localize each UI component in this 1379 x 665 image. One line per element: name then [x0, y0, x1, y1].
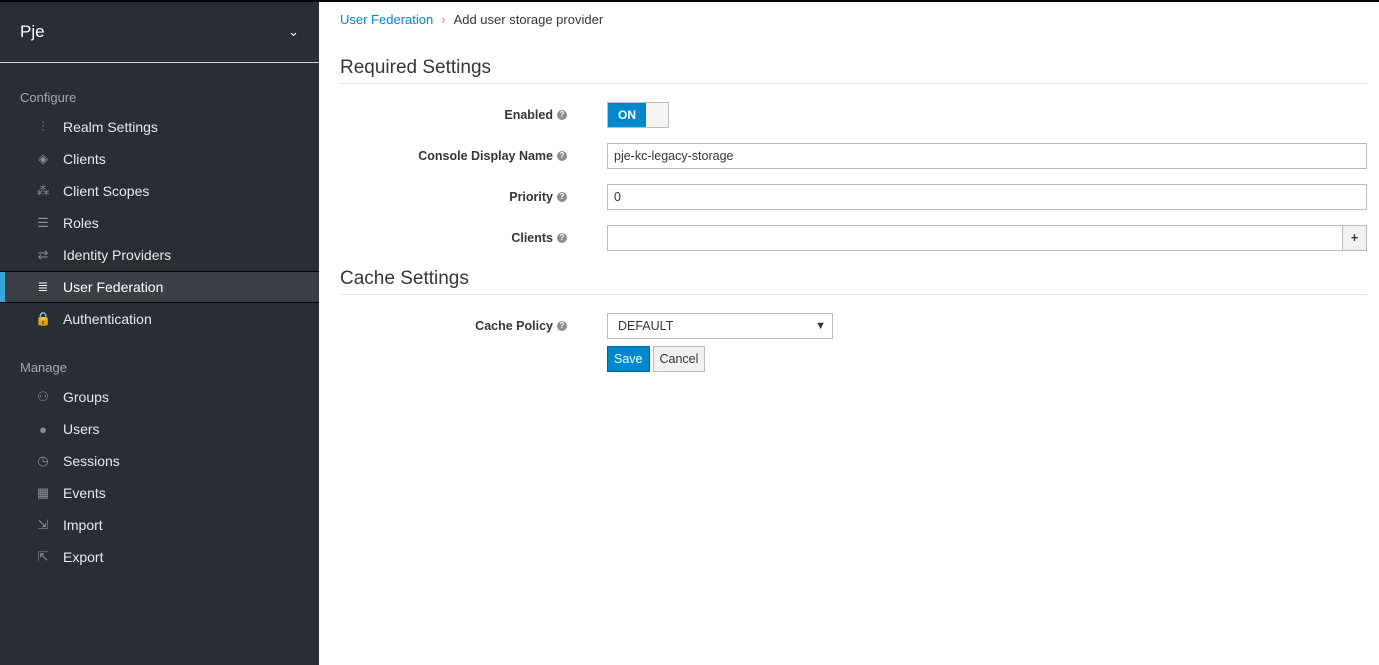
main-content: User Federation › Add user storage provide…: [340, 2, 1367, 372]
sidebar-item-export[interactable]: ⇱ Export: [0, 541, 319, 573]
cubes-icon: ⁂: [36, 183, 50, 198]
priority-input[interactable]: 0: [607, 183, 1367, 210]
sidebar-item-label: Identity Providers: [63, 247, 172, 263]
sidebar-item-import[interactable]: ⇲ Import: [0, 509, 319, 541]
sidebar-item-label: Client Scopes: [63, 183, 150, 199]
export-icon: ⇱: [37, 549, 49, 564]
help-icon[interactable]: ?: [557, 192, 567, 203]
sidebar-item-label: Groups: [63, 389, 109, 405]
clients-label: Clients: [511, 230, 553, 245]
cache-policy-label: Cache Policy: [475, 318, 553, 333]
chevron-down-icon: ▼: [815, 319, 826, 332]
help-icon[interactable]: ?: [557, 110, 567, 121]
enabled-label: Enabled: [504, 107, 553, 122]
add-client-button[interactable]: +: [1342, 225, 1366, 250]
chevron-down-icon: ⌄: [288, 24, 299, 39]
exchange-icon: ⇄: [37, 247, 49, 262]
breadcrumb: User Federation › Add user storage provide…: [340, 12, 1367, 27]
list-icon: ☰: [37, 215, 49, 230]
help-icon[interactable]: ?: [557, 151, 567, 162]
sidebar-item-label: Events: [63, 485, 106, 501]
section-configure: Configure: [20, 90, 77, 105]
sidebar-item-client-scopes[interactable]: ⁂ Client Scopes: [0, 175, 319, 207]
realm-name: Pje: [20, 22, 45, 41]
help-icon[interactable]: ?: [557, 321, 567, 332]
sidebar-item-label: Realm Settings: [63, 119, 158, 135]
help-icon[interactable]: ?: [557, 233, 567, 244]
sidebar-item-label: Roles: [63, 215, 99, 231]
breadcrumb-user-federation[interactable]: User Federation: [340, 12, 433, 27]
clients-row: Clients? +: [340, 217, 1367, 258]
cube-icon: ◈: [38, 151, 48, 166]
breadcrumb-current: Add user storage provider: [453, 12, 604, 27]
breadcrumb-separator-icon: ›: [441, 12, 446, 27]
sidebar-item-label: Import: [63, 517, 103, 533]
cache-settings-heading: Cache Settings: [340, 268, 1367, 295]
sidebar-item-label: Users: [63, 421, 100, 437]
sidebar-item-label: User Federation: [63, 279, 164, 295]
database-icon: ≣: [37, 279, 49, 294]
sidebar-item-label: Export: [63, 549, 104, 565]
save-button[interactable]: Save: [607, 346, 650, 372]
cancel-button[interactable]: Cancel: [652, 346, 706, 372]
sidebar-item-label: Sessions: [63, 453, 120, 469]
toggle-knob: [646, 102, 668, 127]
clients-field: +: [607, 224, 1367, 251]
sidebar-item-realm-settings[interactable]: ⫶ Realm Settings: [0, 111, 319, 143]
display-name-input[interactable]: pje-kc-legacy-storage: [607, 142, 1367, 169]
sidebar-item-label: Clients: [63, 151, 106, 167]
sidebar-item-user-federation[interactable]: ≣ User Federation: [0, 271, 319, 303]
user-icon: ●: [39, 421, 47, 437]
cache-policy-select[interactable]: DEFAULT ▼: [607, 312, 833, 339]
sidebar-item-groups[interactable]: ⚇ Groups: [0, 381, 319, 413]
required-settings-heading: Required Settings: [340, 57, 1367, 84]
sidebar-item-label: Authentication: [63, 311, 152, 327]
calendar-icon: ▦: [36, 485, 50, 500]
sidebar-item-users[interactable]: ● Users: [0, 413, 319, 445]
clock-icon: ◷: [37, 453, 49, 468]
sidebar-item-identity-providers[interactable]: ⇄ Identity Providers: [0, 239, 319, 271]
toggle-on-label: ON: [608, 102, 646, 127]
sidebar-item-roles[interactable]: ☰ Roles: [0, 207, 319, 239]
enabled-toggle[interactable]: ON: [607, 101, 669, 128]
configure-nav: ⫶ Realm Settings ◈ Clients ⁂ Client Scopes ☰ Ro…: [0, 111, 319, 335]
display-name-label: Console Display Name: [418, 148, 553, 163]
import-icon: ⇲: [37, 517, 49, 532]
sidebar-item-authentication[interactable]: 🔒 Authentication: [0, 303, 319, 335]
sidebar-item-events[interactable]: ▦ Events: [0, 477, 319, 509]
cache-policy-row: Cache Policy? DEFAULT ▼: [340, 305, 1367, 346]
sidebar-item-sessions[interactable]: ◷ Sessions: [0, 445, 319, 477]
sidebar-item-clients[interactable]: ◈ Clients: [0, 143, 319, 175]
sliders-icon: ⫶: [41, 119, 45, 134]
lock-icon: 🔒: [35, 311, 52, 326]
enabled-row: Enabled? ON: [340, 94, 1367, 135]
sidebar: Pje ⌄ Configure ⫶ Realm Settings ◈ Clients ⁂…: [0, 2, 319, 665]
priority-label: Priority: [509, 189, 553, 204]
priority-row: Priority? 0: [340, 176, 1367, 217]
cache-policy-value: DEFAULT: [618, 318, 674, 333]
users-icon: ⚇: [37, 389, 49, 404]
realm-selector[interactable]: Pje ⌄: [0, 2, 319, 63]
display-name-row: Console Display Name? pje-kc-legacy-stor…: [340, 135, 1367, 176]
section-manage: Manage: [20, 360, 67, 375]
manage-nav: ⚇ Groups ● Users ◷ Sessions ▦ Events ⇲ Import ⇱ Exp…: [0, 381, 319, 573]
